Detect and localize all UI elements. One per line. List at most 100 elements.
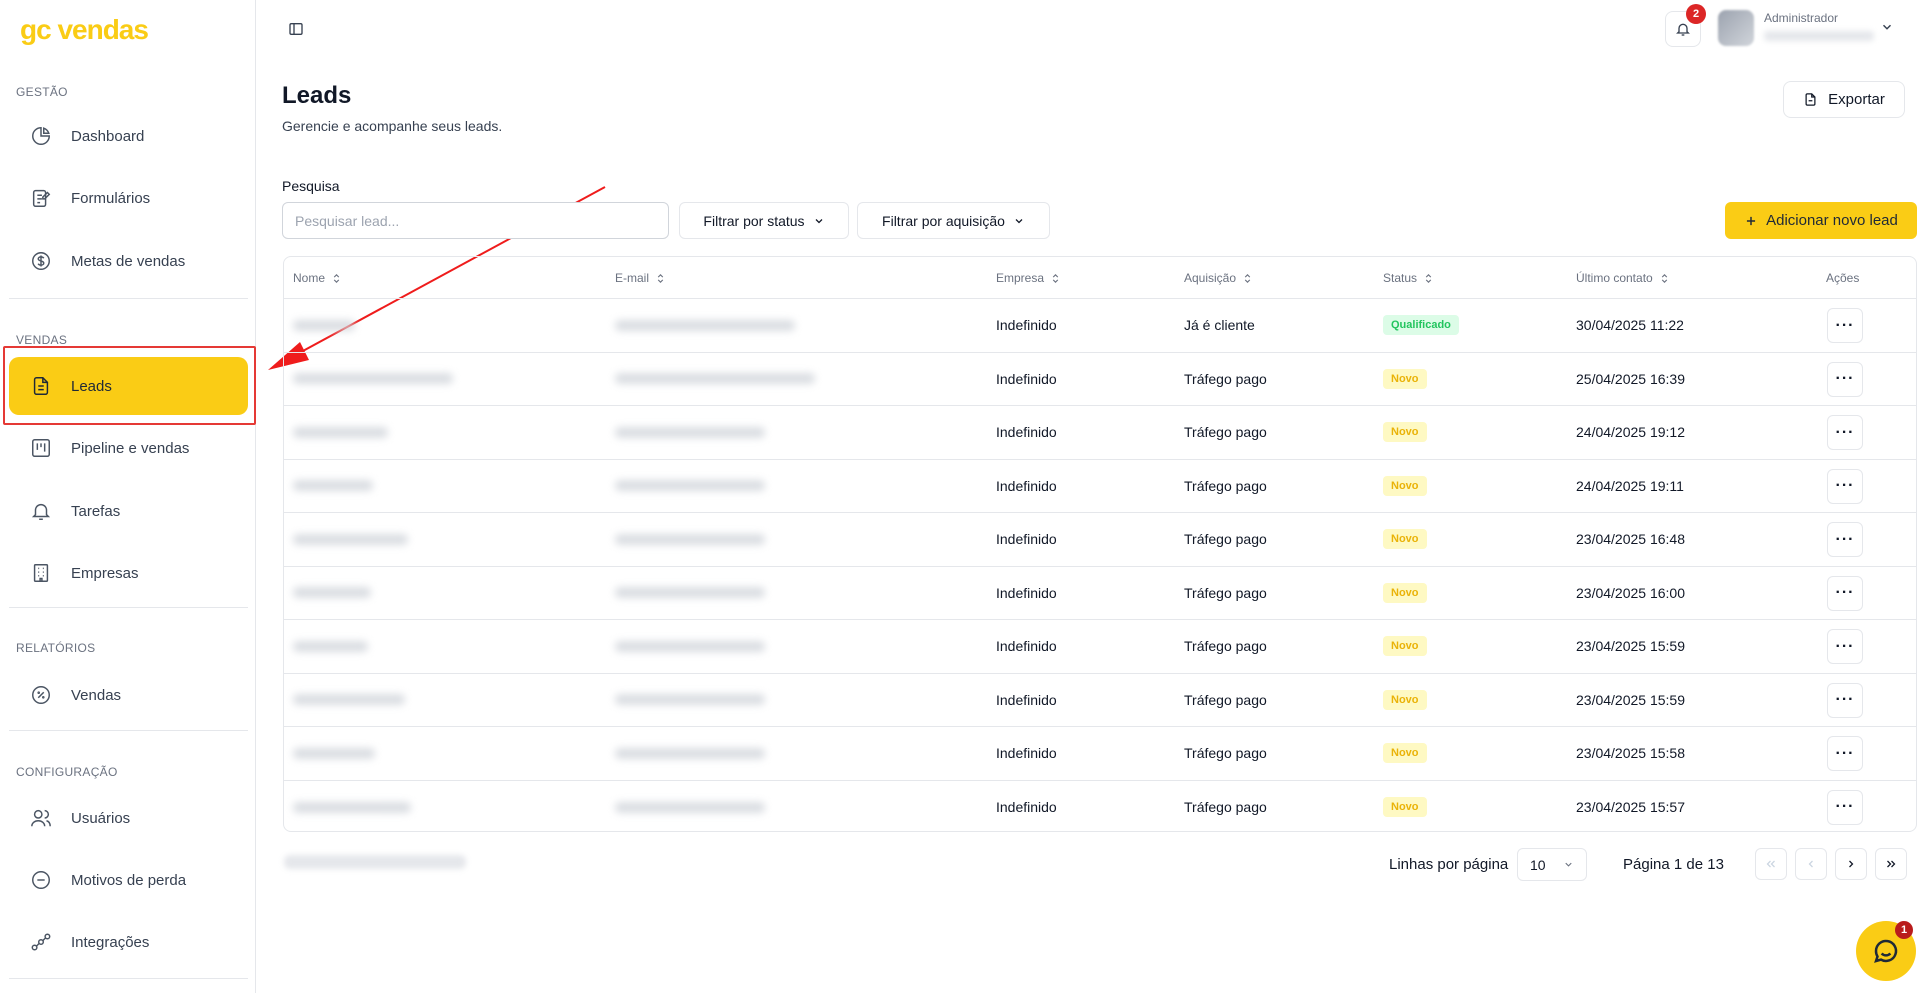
workflow-icon [29, 930, 53, 954]
row-actions-button[interactable]: ··· [1827, 682, 1863, 718]
row-actions-button[interactable]: ··· [1827, 789, 1863, 825]
table-row[interactable]: Indefinido Tráfego pago Novo 23/04/2025 15:… [284, 674, 1916, 727]
panel-left-icon [289, 23, 303, 35]
search-label: Pesquisa [282, 178, 340, 194]
status-badge: Novo [1383, 475, 1427, 496]
table-row[interactable]: Indefinido Tráfego pago Novo 24/04/2025 19:… [284, 460, 1916, 513]
row-actions-button[interactable]: ··· [1827, 468, 1863, 504]
cell-nome-redacted [293, 460, 373, 513]
sidebar-item-label: Tarefas [71, 502, 121, 520]
notifications-badge: 2 [1686, 4, 1706, 24]
file-icon [1805, 93, 1816, 106]
cell-status: Novo [1383, 406, 1427, 459]
table-row[interactable]: Indefinido Tráfego pago Novo 23/04/2025 16:… [284, 567, 1916, 620]
row-actions-button[interactable]: ··· [1827, 629, 1863, 664]
cell-ultimo-contato: 23/04/2025 15:57 [1576, 799, 1685, 816]
sidebar-item-tarefas[interactable]: Tarefas [9, 482, 248, 540]
cell-status: Novo [1383, 460, 1427, 513]
sidebar: gc vendas GESTÃO Dashboard Formulários M… [0, 0, 256, 993]
cell-ultimo-contato: 24/04/2025 19:12 [1576, 424, 1685, 441]
sidebar-item-label: Motivos de perda [71, 871, 187, 889]
cell-email-redacted [615, 567, 765, 620]
sidebar-item-label: Pipeline e vendas [71, 439, 190, 457]
cell-email-redacted [615, 727, 765, 780]
brand-logo[interactable]: gc vendas [20, 14, 149, 46]
sidebar-item-empresas[interactable]: Empresas [9, 544, 248, 602]
sidebar-item-metas-de-vendas[interactable]: Metas de vendas [9, 232, 248, 290]
sidebar-item-formularios[interactable]: Formulários [9, 169, 248, 227]
chevron-down-icon [1882, 24, 1892, 30]
add-lead-button[interactable]: Adicionar novo lead [1725, 202, 1917, 239]
table-row[interactable]: Indefinido Tráfego pago Novo 23/04/2025 15:… [284, 781, 1916, 832]
selection-count-redacted [284, 855, 466, 869]
next-page-button[interactable] [1835, 848, 1867, 880]
page-subtitle: Gerencie e acompanhe seus leads. [282, 118, 503, 134]
row-actions-button[interactable]: ··· [1827, 361, 1863, 397]
sidebar-item-label: Dashboard [71, 127, 145, 145]
user-name-redacted [1764, 31, 1874, 41]
chevrons-left-icon [1766, 860, 1775, 868]
row-actions-button[interactable]: ··· [1827, 736, 1863, 771]
first-page-button[interactable] [1755, 848, 1787, 880]
table-row[interactable]: Indefinido Tráfego pago Novo 24/04/2025 19:… [284, 406, 1916, 460]
chat-unread-badge: 1 [1895, 921, 1913, 939]
column-header-ultimo-contato[interactable]: Último contato [1576, 257, 1670, 299]
cell-status: Novo [1383, 674, 1427, 727]
column-header-status[interactable]: Status [1383, 257, 1434, 299]
section-title-gestao: GESTÃO [16, 85, 68, 99]
cell-nome-redacted [293, 674, 405, 727]
export-button[interactable]: Exportar [1783, 81, 1905, 118]
filter-status-button[interactable]: Filtrar por status [679, 202, 849, 239]
table-row[interactable]: Indefinido Tráfego pago Novo 23/04/2025 15:… [284, 727, 1916, 781]
kanban-icon [29, 436, 53, 460]
sidebar-item-usuarios[interactable]: Usuários [9, 789, 248, 847]
table-row[interactable]: Indefinido Tráfego pago Novo 23/04/2025 15:… [284, 620, 1916, 674]
rows-per-page-select[interactable]: 10 [1517, 848, 1587, 881]
sidebar-item-label: Integrações [71, 933, 150, 951]
last-page-button[interactable] [1875, 848, 1907, 880]
rows-per-page-value: 10 [1530, 856, 1546, 873]
row-actions-button[interactable]: ··· [1827, 575, 1863, 611]
table-row[interactable]: Indefinido Já é cliente Qualificado 30/04/2… [284, 299, 1916, 353]
sidebar-toggle-button[interactable] [285, 18, 307, 40]
previous-page-button[interactable] [1795, 848, 1827, 880]
cell-empresa: Indefinido [996, 584, 1057, 601]
chevron-left-icon [1808, 860, 1813, 868]
cell-aquisicao: Tráfego pago [1184, 531, 1267, 548]
sidebar-item-pipeline-e-vendas[interactable]: Pipeline e vendas [9, 419, 248, 477]
cell-status: Novo [1383, 567, 1427, 620]
column-header-email[interactable]: E-mail [615, 257, 666, 299]
sidebar-item-motivos-de-perda[interactable]: Motivos de perda [9, 851, 248, 909]
column-header-empresa[interactable]: Empresa [996, 257, 1061, 299]
page-title: Leads [282, 82, 352, 109]
column-header-aquisicao[interactable]: Aquisição [1184, 257, 1253, 299]
sidebar-item-integracoes[interactable]: Integrações [9, 913, 248, 971]
row-actions-button[interactable]: ··· [1827, 522, 1863, 557]
cell-aquisicao: Tráfego pago [1184, 477, 1267, 494]
table-row[interactable]: Indefinido Tráfego pago Novo 23/04/2025 16:… [284, 513, 1916, 567]
sort-icon [333, 273, 340, 283]
status-badge: Novo [1383, 582, 1427, 603]
sidebar-divider [9, 730, 248, 731]
cell-aquisicao: Já é cliente [1184, 317, 1255, 334]
minus-circle-icon [29, 868, 53, 892]
user-menu-chevron[interactable] [1880, 20, 1894, 39]
table-row[interactable]: Indefinido Tráfego pago Novo 25/04/2025 16:… [284, 353, 1916, 406]
cell-empresa: Indefinido [996, 317, 1057, 334]
bell-icon [29, 499, 53, 523]
row-actions-button[interactable]: ··· [1827, 308, 1863, 343]
row-actions-button[interactable]: ··· [1827, 415, 1863, 450]
sidebar-item-vendas[interactable]: Vendas [9, 666, 248, 724]
search-input[interactable] [282, 202, 669, 239]
filter-acquisition-button[interactable]: Filtrar por aquisição [857, 202, 1050, 239]
chat-icon [1874, 939, 1898, 963]
sidebar-item-dashboard[interactable]: Dashboard [9, 107, 248, 165]
cell-ultimo-contato: 23/04/2025 15:59 [1576, 691, 1685, 708]
cell-aquisicao: Tráfego pago [1184, 370, 1267, 387]
sort-icon [1052, 273, 1059, 283]
cell-email-redacted [615, 460, 765, 513]
bell-icon [1676, 23, 1690, 36]
status-badge: Novo [1383, 422, 1427, 443]
column-header-nome[interactable]: Nome [293, 257, 342, 299]
avatar[interactable] [1718, 10, 1754, 46]
